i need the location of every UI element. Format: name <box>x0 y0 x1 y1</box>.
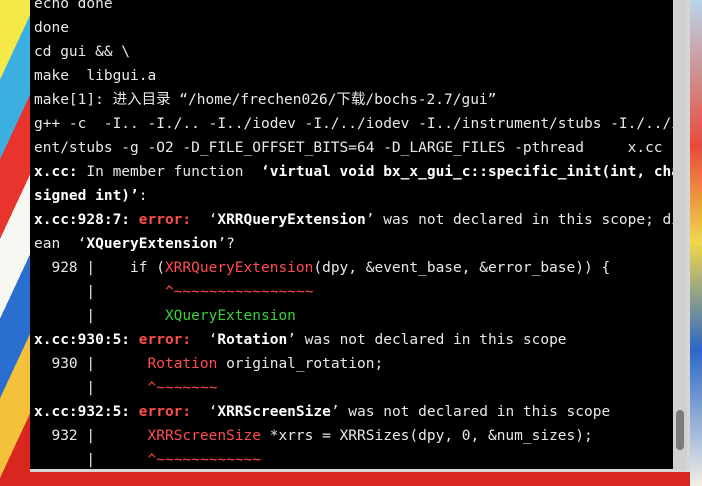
wallpaper-edge <box>690 0 702 486</box>
terminal-text-segment: ‘virtual void bx_x_gui_c::specific_init(… <box>260 164 687 180</box>
terminal-text-segment: | <box>34 452 148 468</box>
terminal-text-segment: done <box>34 20 69 36</box>
terminal-text-segment: error: <box>138 332 200 348</box>
terminal-text-segment: cd gui && \ <box>34 44 131 60</box>
terminal-text-segment: 932 | <box>34 428 148 444</box>
terminal-line: 928 | if (XRRQueryExtension(dpy, &event_… <box>34 256 674 280</box>
terminal-text-segment: ’? <box>217 236 235 252</box>
terminal-line: | ^~~~~~~~~~~~~~~~~ <box>34 280 674 304</box>
terminal-line: 930 | Rotation original_rotation; <box>34 352 674 376</box>
terminal-line: make libgui.a <box>34 64 674 88</box>
terminal-line: echo done <box>34 0 674 16</box>
terminal-text-segment: x.cc:930:5: <box>34 332 139 348</box>
terminal-text-segment: *xrrs = XRRSizes(dpy, 0, &num_sizes); <box>261 428 593 444</box>
terminal-text-segment: g++ -c -I.. -I./.. -I../iodev -I./../iod… <box>34 116 690 132</box>
terminal-text-segment: XQueryExtension <box>86 236 218 252</box>
terminal-text-segment: x.cc: <box>34 164 78 180</box>
terminal-text-segment: ‘ <box>199 404 218 420</box>
terminal-line: signed int)’: <box>34 184 674 208</box>
terminal-text-segment: ean ‘ <box>34 236 87 252</box>
terminal-text-segment: 930 | <box>34 356 148 372</box>
terminal-text-segment: error: <box>138 212 200 228</box>
terminal-text-segment: In member function <box>77 164 261 180</box>
terminal-text-segment: make[1]: 进入目录 “/home/frechen026/下载/bochs… <box>34 92 497 108</box>
terminal-text-segment: ^~~~~~~~~~~~~ <box>147 452 262 468</box>
terminal-text-segment: XRRScreenSize <box>217 404 331 420</box>
terminal-text-segment: ’ was not declared in this scope; did yo… <box>365 212 687 228</box>
terminal-line: x.cc:928:7: error: ‘XRRQueryExtension’ w… <box>34 208 687 232</box>
terminal-text-segment: ’ was not declared in this scope <box>330 404 611 420</box>
terminal-line: make[1]: 进入目录 “/home/frechen026/下载/bochs… <box>34 88 674 112</box>
terminal-line: cd gui && \ <box>34 40 674 64</box>
terminal-line: | ^~~~~~~~ <box>34 376 674 400</box>
terminal-text-segment: XQueryExtension <box>164 308 296 324</box>
terminal-text-segment: ‘ <box>199 332 218 348</box>
terminal-text-segment: signed int)’ <box>34 188 139 204</box>
terminal-line: | XQueryExtension <box>34 304 674 328</box>
terminal-text-segment: x.cc:932:5: <box>34 404 139 420</box>
terminal-text-segment: ^~~~~~~~ <box>147 380 218 396</box>
scrollbar-thumb[interactable] <box>676 410 684 450</box>
terminal-line: g++ -c -I.. -I./.. -I../iodev -I./../iod… <box>34 112 687 136</box>
terminal-output[interactable]: echo done done cd gui && \ make libgui.a mak… <box>34 0 687 469</box>
terminal-scrollbar[interactable] <box>673 0 687 469</box>
terminal-text-segment: error: <box>138 404 200 420</box>
terminal-text-segment: XRRQueryExtension <box>217 212 366 228</box>
terminal-text-segment: original_rotation; <box>217 356 384 372</box>
terminal-line: ent/stubs -g -O2 -D_FILE_OFFSET_BITS=64 … <box>34 136 687 160</box>
terminal-line: | ^~~~~~~~~~~~~ <box>34 448 674 469</box>
terminal-text-segment: make libgui.a <box>34 68 157 84</box>
terminal-text-segment: x.cc:928:7: <box>34 212 139 228</box>
terminal-text-segment: Rotation <box>147 356 218 372</box>
terminal-line: done <box>34 16 674 40</box>
terminal-text-segment: | <box>34 380 148 396</box>
terminal-text-segment: 928 | if ( <box>34 260 165 276</box>
terminal-text-segment: Rotation <box>217 332 288 348</box>
terminal-text-segment: | <box>34 284 165 300</box>
terminal-text-segment: (dpy, &event_base, &error_base)) { <box>313 260 611 276</box>
terminal-line: ean ‘XQueryExtension’? <box>34 232 674 256</box>
terminal-text-segment: echo done <box>34 0 113 12</box>
terminal-line: x.cc: In member function ‘virtual void b… <box>34 160 687 184</box>
terminal-text-segment: XRRScreenSize <box>147 428 262 444</box>
terminal-line: 932 | XRRScreenSize *xrrs = XRRSizes(dpy… <box>34 424 674 448</box>
terminal-text-segment: ‘ <box>199 212 218 228</box>
terminal-text-segment: XRRQueryExtension <box>164 260 314 276</box>
terminal-text-segment: ent/stubs -g -O2 -D_FILE_OFFSET_BITS=64 … <box>34 140 690 156</box>
terminal-text-segment: : <box>138 188 148 204</box>
terminal-line: x.cc:932:5: error: ‘XRRScreenSize’ was n… <box>34 400 674 424</box>
terminal-line: x.cc:930:5: error: ‘Rotation’ was not de… <box>34 328 674 352</box>
terminal-window[interactable]: echo done done cd gui && \ make libgui.a mak… <box>30 0 690 472</box>
terminal-text-segment: ’ was not declared in this scope <box>287 332 567 348</box>
terminal-text-segment: ^~~~~~~~~~~~~~~~~ <box>164 284 314 300</box>
terminal-text-segment: | <box>34 308 165 324</box>
